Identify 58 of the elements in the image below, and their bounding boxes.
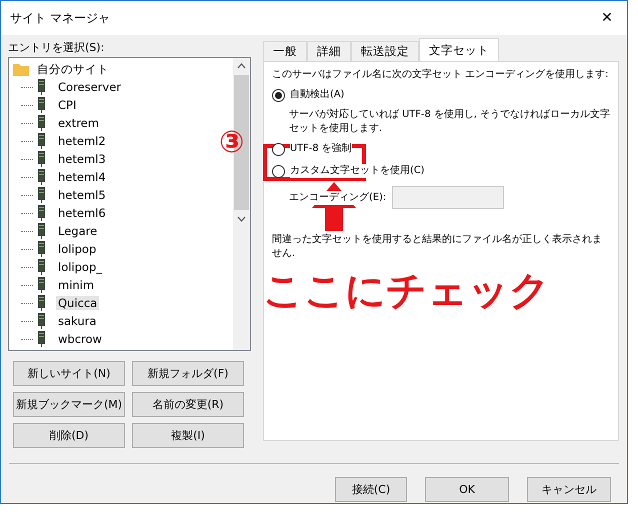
server-icon xyxy=(37,133,46,149)
folder-icon xyxy=(13,62,29,76)
site-action-button[interactable]: 新規ブックマーク(M) xyxy=(13,392,125,417)
server-icon xyxy=(37,97,46,113)
annotation-caption: ここにチェック xyxy=(263,267,550,316)
tree-item[interactable]: Quicca xyxy=(56,296,100,310)
server-icon xyxy=(37,115,46,131)
dialog-button[interactable]: キャンセル xyxy=(527,477,611,502)
server-icon xyxy=(37,277,46,293)
dialog-button[interactable]: OK xyxy=(425,477,509,502)
tab[interactable]: 一般 xyxy=(263,41,307,61)
tree-item[interactable]: 自分のサイト xyxy=(35,62,111,76)
site-action-button[interactable]: 複製(I) xyxy=(132,423,244,448)
site-action-button[interactable]: 新規フォルダ(F) xyxy=(132,361,244,386)
tree-item[interactable]: extrem xyxy=(56,116,101,130)
tree-item[interactable]: CPI xyxy=(56,98,78,112)
tree-item[interactable]: lolipop xyxy=(56,242,98,256)
tree-item[interactable]: sakura xyxy=(56,314,98,328)
radio-label[interactable]: カスタム文字セットを使用(C) xyxy=(290,164,424,178)
tree-item[interactable]: heteml3 xyxy=(56,152,108,166)
server-icon xyxy=(37,259,46,275)
server-icon xyxy=(37,331,46,347)
tree-item[interactable]: lolipop_ xyxy=(56,260,104,274)
server-icon xyxy=(37,169,46,185)
server-icon xyxy=(37,223,46,239)
tree-item[interactable]: heteml5 xyxy=(56,188,108,202)
dialog-button[interactable]: 接続(C) xyxy=(335,477,407,502)
radio-button[interactable] xyxy=(272,88,285,102)
intro-text: このサーバはファイル名に次の文字セット エンコーディングを使用します: xyxy=(272,68,610,82)
server-icon xyxy=(37,313,46,329)
tree-item[interactable]: heteml4 xyxy=(56,170,108,184)
server-icon xyxy=(37,241,46,257)
tree-item[interactable]: Coreserver xyxy=(56,80,124,94)
tree-item[interactable]: Legare xyxy=(56,224,100,238)
server-icon xyxy=(37,79,46,95)
tab[interactable]: 文字セット xyxy=(419,38,499,61)
server-icon xyxy=(37,151,46,167)
tree-item[interactable]: minim xyxy=(56,278,96,292)
server-icon xyxy=(37,205,46,221)
window-title: サイト マネージャ xyxy=(10,10,110,26)
site-action-button[interactable]: 新しいサイト(N) xyxy=(13,361,125,386)
encoding-input-field[interactable] xyxy=(392,186,504,209)
close-button[interactable]: ✕ xyxy=(587,1,627,35)
tree-item[interactable]: heteml2 xyxy=(56,134,108,148)
radio-button[interactable] xyxy=(272,164,285,178)
site-action-button[interactable]: 名前の変更(R) xyxy=(132,392,244,417)
server-icon xyxy=(37,187,46,203)
encoding-label: エンコーディング(E): xyxy=(289,190,386,204)
tab[interactable]: 詳細 xyxy=(307,41,351,61)
tab[interactable]: 転送設定 xyxy=(351,41,419,61)
tree-item[interactable]: wbcrow xyxy=(56,332,104,346)
site-action-button[interactable]: 削除(D) xyxy=(13,423,125,448)
step-number: ③ xyxy=(219,125,244,160)
server-icon xyxy=(37,295,46,311)
radio-button[interactable] xyxy=(272,142,285,156)
tree-item[interactable]: heteml6 xyxy=(56,206,108,220)
entry-label: エントリを選択(S): xyxy=(8,40,106,56)
radio-label[interactable]: UTF-8 を強制 xyxy=(290,142,352,156)
